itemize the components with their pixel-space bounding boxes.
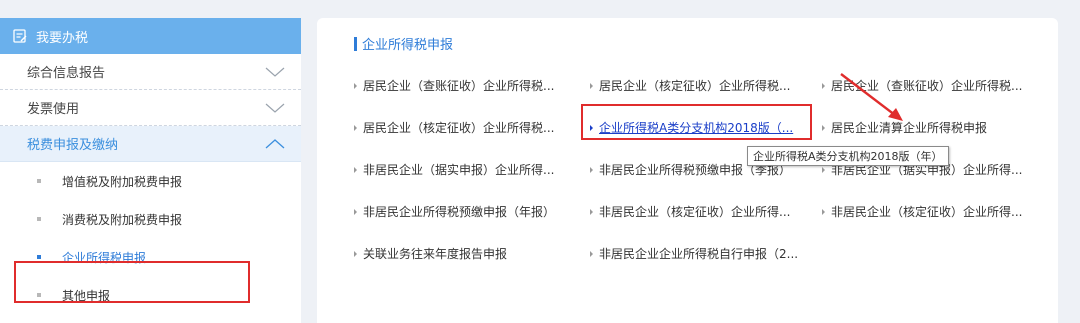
- submenu-item-vat[interactable]: 增值税及附加税费申报: [0, 162, 301, 200]
- main-panel: 企业所得税申报 居民企业（查账征收）企业所得税... 居民企业（核定征收）企业所…: [317, 18, 1058, 323]
- link-nonresident-actual-1[interactable]: 非居民企业（据实申报）企业所得...: [354, 161, 554, 178]
- triangle-right-icon: [354, 208, 357, 215]
- menu-item-info-report[interactable]: 综合信息报告: [0, 54, 301, 90]
- submenu-item-other[interactable]: 其他申报: [0, 276, 301, 314]
- submenu-item-label: 增值税及附加税费申报: [62, 174, 183, 189]
- submenu-item-label: 消费税及附加税费申报: [62, 212, 183, 227]
- sidebar-header: 我要办税: [0, 18, 301, 54]
- link-label: 居民企业（核定征收）企业所得税...: [363, 121, 555, 135]
- link-resident-audit-2[interactable]: 居民企业（查账征收）企业所得税...: [822, 77, 1022, 94]
- link-label: 居民企业（查账征收）企业所得税...: [831, 79, 1023, 93]
- link-label: 非居民企业（核定征收）企业所得...: [599, 205, 791, 219]
- form-icon: [12, 28, 28, 44]
- submenu-item-consumption-tax[interactable]: 消费税及附加税费申报: [0, 200, 301, 238]
- link-branch-class-a-2018[interactable]: 企业所得税A类分支机构2018版（...: [590, 119, 793, 136]
- triangle-right-icon: [590, 124, 593, 131]
- link-resident-deemed-1[interactable]: 居民企业（核定征收）企业所得税...: [590, 77, 790, 94]
- link-label: 非居民企业（据实申报）企业所得...: [363, 163, 555, 177]
- link-label: 非居民企业企业所得税自行申报（2...: [599, 247, 799, 261]
- link-label: 企业所得税A类分支机构2018版（...: [599, 121, 794, 135]
- link-label: 居民企业清算企业所得税申报: [831, 121, 988, 135]
- chevron-down-icon: [265, 102, 285, 114]
- triangle-right-icon: [354, 124, 357, 131]
- triangle-right-icon: [590, 250, 593, 257]
- link-related-party-report[interactable]: 关联业务往来年度报告申报: [354, 245, 507, 262]
- submenu-item-label: 其他申报: [62, 288, 111, 303]
- triangle-right-icon: [354, 166, 357, 173]
- link-resident-audit-1[interactable]: 居民企业（查账征收）企业所得税...: [354, 77, 554, 94]
- triangle-right-icon: [822, 82, 825, 89]
- triangle-right-icon: [822, 166, 825, 173]
- triangle-right-icon: [354, 250, 357, 257]
- triangle-right-icon: [590, 82, 593, 89]
- section-title: 企业所得税申报: [354, 34, 453, 53]
- triangle-right-icon: [822, 124, 825, 131]
- link-nonresident-self-filing[interactable]: 非居民企业企业所得税自行申报（2...: [590, 245, 798, 262]
- link-nonresident-deemed-2[interactable]: 非居民企业（核定征收）企业所得...: [822, 203, 1022, 220]
- section-title-text: 企业所得税申报: [362, 38, 454, 53]
- bullet-icon: [37, 217, 41, 221]
- menu-item-invoice-use[interactable]: 发票使用: [0, 90, 301, 126]
- link-resident-deemed-2[interactable]: 居民企业（核定征收）企业所得税...: [354, 119, 554, 136]
- link-label: 非居民企业（核定征收）企业所得...: [831, 205, 1023, 219]
- link-label: 居民企业（查账征收）企业所得税...: [363, 79, 555, 93]
- triangle-right-icon: [822, 208, 825, 215]
- bullet-icon: [37, 255, 41, 259]
- sidebar: 我要办税 综合信息报告 发票使用 税费申报及缴纳 增值税及附加税费申报 消费税及…: [0, 18, 301, 323]
- triangle-right-icon: [590, 208, 593, 215]
- submenu-item-label: 企业所得税申报: [62, 250, 147, 265]
- chevron-down-icon: [265, 66, 285, 78]
- link-resident-liquidation[interactable]: 居民企业清算企业所得税申报: [822, 119, 987, 136]
- tooltip: 企业所得税A类分支机构2018版（年）: [747, 146, 949, 166]
- link-label: 关联业务往来年度报告申报: [363, 247, 508, 261]
- link-label: 非居民企业所得税预缴申报（年报）: [363, 205, 556, 219]
- link-label: 居民企业（核定征收）企业所得税...: [599, 79, 791, 93]
- bullet-icon: [37, 293, 41, 297]
- sidebar-title: 我要办税: [36, 30, 89, 46]
- menu-item-label: 综合信息报告: [27, 66, 106, 81]
- chevron-up-icon: [265, 138, 285, 150]
- menu-item-label: 发票使用: [27, 102, 80, 117]
- menu-item-tax-filing[interactable]: 税费申报及缴纳: [0, 126, 301, 162]
- triangle-right-icon: [590, 166, 593, 173]
- link-nonresident-prepay-annual[interactable]: 非居民企业所得税预缴申报（年报）: [354, 203, 555, 220]
- menu-item-label: 税费申报及缴纳: [27, 138, 119, 153]
- link-nonresident-deemed-1[interactable]: 非居民企业（核定征收）企业所得...: [590, 203, 790, 220]
- title-bar-accent: [354, 36, 357, 51]
- triangle-right-icon: [354, 82, 357, 89]
- submenu-item-corporate-income-tax[interactable]: 企业所得税申报: [0, 238, 301, 276]
- bullet-icon: [37, 179, 41, 183]
